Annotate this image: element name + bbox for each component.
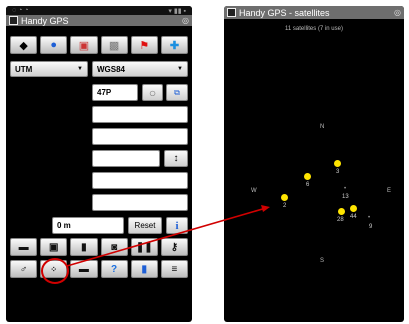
satellite-marker <box>281 194 288 201</box>
line-button[interactable]: ▬ <box>70 260 98 278</box>
copy-button[interactable]: ⧉ <box>166 84 188 101</box>
settings-button[interactable]: ♂ <box>10 260 38 278</box>
info-button[interactable]: i <box>166 217 188 234</box>
target-button[interactable]: ▣ <box>70 36 98 54</box>
map-button[interactable]: ▩ <box>100 36 128 54</box>
camera-button[interactable]: ◙ <box>100 238 128 256</box>
app-title-bar: Handy GPS ◎ <box>6 15 192 26</box>
satellite-label: 6 <box>306 182 310 188</box>
export-icon: ▮ <box>141 263 148 275</box>
heading-field[interactable] <box>92 194 188 211</box>
south-label: S <box>320 258 325 264</box>
line-icon: ▬ <box>78 263 89 275</box>
delete-button[interactable]: ▮ <box>70 238 98 256</box>
satellite-label: 28 <box>337 217 344 223</box>
save-button[interactable]: ▣ <box>40 238 68 256</box>
up-down-arrow-icon: ↕ <box>173 153 179 164</box>
key-icon: ⚷ <box>170 241 179 253</box>
handy-gps-satellites-screen: Handy GPS - satellites ◎ 11 satellites (… <box>224 6 404 322</box>
highlight-circle <box>41 258 69 284</box>
easting-field[interactable] <box>92 106 188 123</box>
menu-icon: ≡ <box>171 263 178 275</box>
system-icons: ▾ ▮▮ ▪ <box>168 7 186 15</box>
plus-button[interactable]: ✚ <box>160 36 189 54</box>
flag-icon: ⚑ <box>139 39 150 52</box>
zone-value: 47P <box>97 88 112 97</box>
handy-gps-main-screen: ◌ ◔ ◔ ▾ ▮▮ ▪ Handy GPS ◎ ◆ ● ▣ ▩ ⚑ ✚ UTM… <box>6 6 192 322</box>
save-icon: ▣ <box>49 241 59 253</box>
target-icon: ▣ <box>78 39 90 52</box>
satellite-count: 11 satellites (7 in use) <box>285 26 343 32</box>
top-toolbar: ◆ ● ▣ ▩ ⚑ ✚ <box>10 36 189 54</box>
satellite-label: 9 <box>369 224 373 230</box>
satellite-label: 2 <box>283 203 287 209</box>
app-icon <box>227 8 236 17</box>
reset-label: Reset <box>134 221 156 230</box>
map-icon: ▩ <box>108 39 120 52</box>
app-icon <box>9 16 18 25</box>
status-bar: ◌ ◔ ◔ ▾ ▮▮ ▪ <box>6 6 192 15</box>
datum-select[interactable]: WGS84 ▼ <box>92 61 188 77</box>
pause-icon: ❚❚ <box>135 241 153 253</box>
satellite-label: 13 <box>342 194 349 200</box>
satellite-marker <box>350 205 357 212</box>
copy-icon: ⧉ <box>174 87 180 97</box>
close-icon[interactable]: ◎ <box>394 8 401 17</box>
chevron-down-icon: ▼ <box>77 66 83 72</box>
northing-field[interactable] <box>92 128 188 145</box>
help-button[interactable]: ? <box>100 260 128 278</box>
export-button[interactable]: ▮ <box>130 260 158 278</box>
gps-fix-button[interactable]: ○ <box>142 84 163 101</box>
coord-system-value: UTM <box>15 64 33 74</box>
datum-value: WGS84 <box>97 64 126 74</box>
plus-icon: ✚ <box>169 39 180 52</box>
altitude-toggle-button[interactable]: ↕ <box>164 150 188 167</box>
satellite-marker <box>334 160 341 167</box>
location-icon: ◆ <box>19 39 28 52</box>
location-button[interactable]: ◆ <box>10 36 38 54</box>
bottom-toolbar-1: ▬ ▣ ▮ ◙ ❚❚ ⚷ <box>10 238 189 256</box>
satellites-title: Handy GPS - satellites <box>239 7 330 18</box>
zone-field[interactable]: 47P <box>92 84 138 101</box>
satellite-label: 3 <box>336 169 340 175</box>
satellite-label: 44 <box>350 214 357 220</box>
gps-circle-icon: ○ <box>148 85 157 100</box>
north-label: N <box>320 124 325 130</box>
satellite-dot: • <box>344 186 347 192</box>
key-button[interactable]: ⚷ <box>160 238 189 256</box>
trash-icon: ▮ <box>81 241 87 253</box>
satellite-marker <box>304 173 311 180</box>
settings-icon: ♂ <box>19 263 28 275</box>
satellite-dot: • <box>368 215 371 221</box>
open-button[interactable]: ▬ <box>10 238 38 256</box>
pause-button[interactable]: ❚❚ <box>130 238 158 256</box>
west-label: W <box>251 188 257 194</box>
help-icon: ? <box>111 263 118 275</box>
info-icon: i <box>175 219 179 232</box>
distance-value: 0 m <box>57 221 71 230</box>
app-title: Handy GPS <box>21 15 69 26</box>
camera-icon: ◙ <box>111 241 118 253</box>
close-icon[interactable]: ◎ <box>182 16 189 25</box>
flag-button[interactable]: ⚑ <box>130 36 158 54</box>
satellites-title-bar: Handy GPS - satellites ◎ <box>224 6 404 19</box>
folder-icon: ▬ <box>18 241 29 253</box>
satellite-marker <box>338 208 345 215</box>
altitude-field[interactable] <box>92 150 160 167</box>
coord-system-select[interactable]: UTM ▼ <box>10 61 88 77</box>
chevron-down-icon: ▼ <box>177 66 183 72</box>
notification-icons: ◌ ◔ ◔ <box>12 7 29 14</box>
distance-field[interactable]: 0 m <box>52 217 124 234</box>
bottom-toolbar-2: ♂ ⁘ ▬ ? ▮ ≡ <box>10 260 189 278</box>
reset-button[interactable]: Reset <box>128 217 162 234</box>
east-label: E <box>387 188 392 194</box>
globe-icon: ● <box>50 39 58 51</box>
globe-button[interactable]: ● <box>40 36 68 54</box>
speed-field[interactable] <box>92 172 188 189</box>
menu-button[interactable]: ≡ <box>160 260 189 278</box>
